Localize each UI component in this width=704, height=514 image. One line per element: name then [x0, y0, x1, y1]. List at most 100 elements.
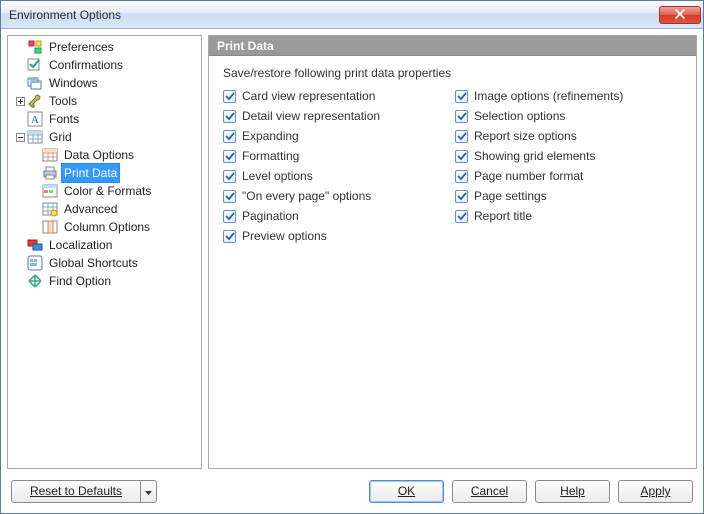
reset-defaults-button[interactable]: Reset to Defaults: [11, 480, 141, 503]
tree-label: Advanced: [61, 200, 120, 218]
chevron-down-icon: [145, 484, 152, 498]
tree-label: Find Option: [46, 272, 114, 290]
tree-item-global-shortcuts[interactable]: Global Shortcuts: [8, 254, 201, 272]
check-label: Detail view representation: [242, 109, 380, 123]
reset-defaults-dropdown[interactable]: [141, 480, 157, 503]
checkbox-icon: [455, 190, 468, 203]
expand-icon[interactable]: [14, 95, 26, 107]
grid-icon: [27, 129, 43, 145]
checkbox-icon: [455, 90, 468, 103]
data-options-icon: [42, 147, 58, 163]
checkbox-icon: [223, 110, 236, 123]
check-label: Selection options: [474, 109, 565, 123]
tree-label: Print Data: [61, 163, 120, 183]
check-label: Page settings: [474, 189, 547, 203]
checkbox-icon: [455, 130, 468, 143]
close-icon: [675, 8, 685, 22]
tree-label: Column Options: [61, 218, 153, 236]
svg-text:A: A: [31, 114, 39, 126]
tree-label: Confirmations: [46, 56, 126, 74]
tree-item-color-formats[interactable]: Color & Formats: [8, 182, 201, 200]
tree-item-tools[interactable]: Tools: [8, 92, 201, 110]
checkbox-icon: [455, 150, 468, 163]
check-label: Card view representation: [242, 89, 375, 103]
tree-item-windows[interactable]: Windows: [8, 74, 201, 92]
check-label: Formatting: [242, 149, 299, 163]
checkbox-icon: [223, 150, 236, 163]
dialog-window: Environment Options Preferences Confirma…: [0, 0, 704, 514]
tree-label: Fonts: [46, 110, 82, 128]
check-on-every-page[interactable]: "On every page" options: [223, 186, 441, 206]
nav-tree[interactable]: Preferences Confirmations Windows Tools …: [7, 35, 202, 469]
checkbox-icon: [223, 190, 236, 203]
windows-icon: [27, 75, 43, 91]
check-label: Report size options: [474, 129, 577, 143]
check-label: Page number format: [474, 169, 583, 183]
apply-button[interactable]: Apply: [618, 480, 693, 503]
tree-item-column-options[interactable]: Column Options: [8, 218, 201, 236]
fonts-icon: A: [27, 111, 43, 127]
content-panel: Print Data Save/restore following print …: [208, 35, 697, 469]
tree-label: Preferences: [46, 38, 117, 56]
tree-item-fonts[interactable]: A Fonts: [8, 110, 201, 128]
check-level-options[interactable]: Level options: [223, 166, 441, 186]
column-options-icon: [42, 219, 58, 235]
reset-defaults-split: Reset to Defaults: [11, 480, 157, 503]
body-area: Preferences Confirmations Windows Tools …: [1, 29, 703, 469]
checkbox-icon: [223, 90, 236, 103]
tree-item-data-options[interactable]: Data Options: [8, 146, 201, 164]
tree-item-find-option[interactable]: Find Option: [8, 272, 201, 290]
check-report-title[interactable]: Report title: [455, 206, 673, 226]
check-label: Showing grid elements: [474, 149, 595, 163]
check-formatting[interactable]: Formatting: [223, 146, 441, 166]
tree-label: Localization: [46, 236, 115, 254]
check-pagination[interactable]: Pagination: [223, 206, 441, 226]
titlebar: Environment Options: [1, 1, 703, 29]
checkbox-icon: [223, 130, 236, 143]
tree-label: Data Options: [61, 146, 137, 164]
localization-icon: [27, 237, 43, 253]
check-label: Expanding: [242, 129, 299, 143]
preferences-icon: [27, 39, 43, 55]
advanced-icon: [42, 201, 58, 217]
help-button[interactable]: Help: [535, 480, 610, 503]
check-label: Report title: [474, 209, 532, 223]
cancel-button[interactable]: Cancel: [452, 480, 527, 503]
content-body: Save/restore following print data proper…: [209, 56, 696, 256]
collapse-icon[interactable]: [14, 131, 26, 143]
tree-label: Tools: [46, 92, 80, 110]
checkbox-icon: [223, 170, 236, 183]
tree-item-grid[interactable]: Grid: [8, 128, 201, 146]
check-showing-grid[interactable]: Showing grid elements: [455, 146, 673, 166]
check-detail-view[interactable]: Detail view representation: [223, 106, 441, 126]
check-card-view[interactable]: Card view representation: [223, 86, 441, 106]
check-selection-options[interactable]: Selection options: [455, 106, 673, 126]
window-title: Environment Options: [9, 8, 659, 22]
confirmations-icon: [27, 57, 43, 73]
tree-item-preferences[interactable]: Preferences: [8, 38, 201, 56]
checkbox-icon: [455, 110, 468, 123]
tree-item-localization[interactable]: Localization: [8, 236, 201, 254]
close-button[interactable]: [659, 6, 701, 24]
tree-label: Windows: [46, 74, 101, 92]
check-expanding[interactable]: Expanding: [223, 126, 441, 146]
section-label: Save/restore following print data proper…: [223, 66, 682, 80]
shortcuts-icon: [27, 255, 43, 271]
printer-icon: [42, 165, 58, 181]
check-page-number-format[interactable]: Page number format: [455, 166, 673, 186]
button-bar: Reset to Defaults OK Cancel Help Apply: [1, 469, 703, 513]
check-label: "On every page" options: [242, 189, 371, 203]
tree-item-print-data[interactable]: Print Data: [8, 164, 201, 182]
check-page-settings[interactable]: Page settings: [455, 186, 673, 206]
checkbox-icon: [455, 170, 468, 183]
checkbox-icon: [455, 210, 468, 223]
tree-label: Grid: [46, 128, 75, 146]
check-image-options[interactable]: Image options (refinements): [455, 86, 673, 106]
check-label: Preview options: [242, 229, 327, 243]
tree-item-confirmations[interactable]: Confirmations: [8, 56, 201, 74]
tree-label: Color & Formats: [61, 182, 154, 200]
check-report-size[interactable]: Report size options: [455, 126, 673, 146]
check-preview-options[interactable]: Preview options: [223, 226, 441, 246]
tree-item-advanced[interactable]: Advanced: [8, 200, 201, 218]
ok-button[interactable]: OK: [369, 480, 444, 503]
